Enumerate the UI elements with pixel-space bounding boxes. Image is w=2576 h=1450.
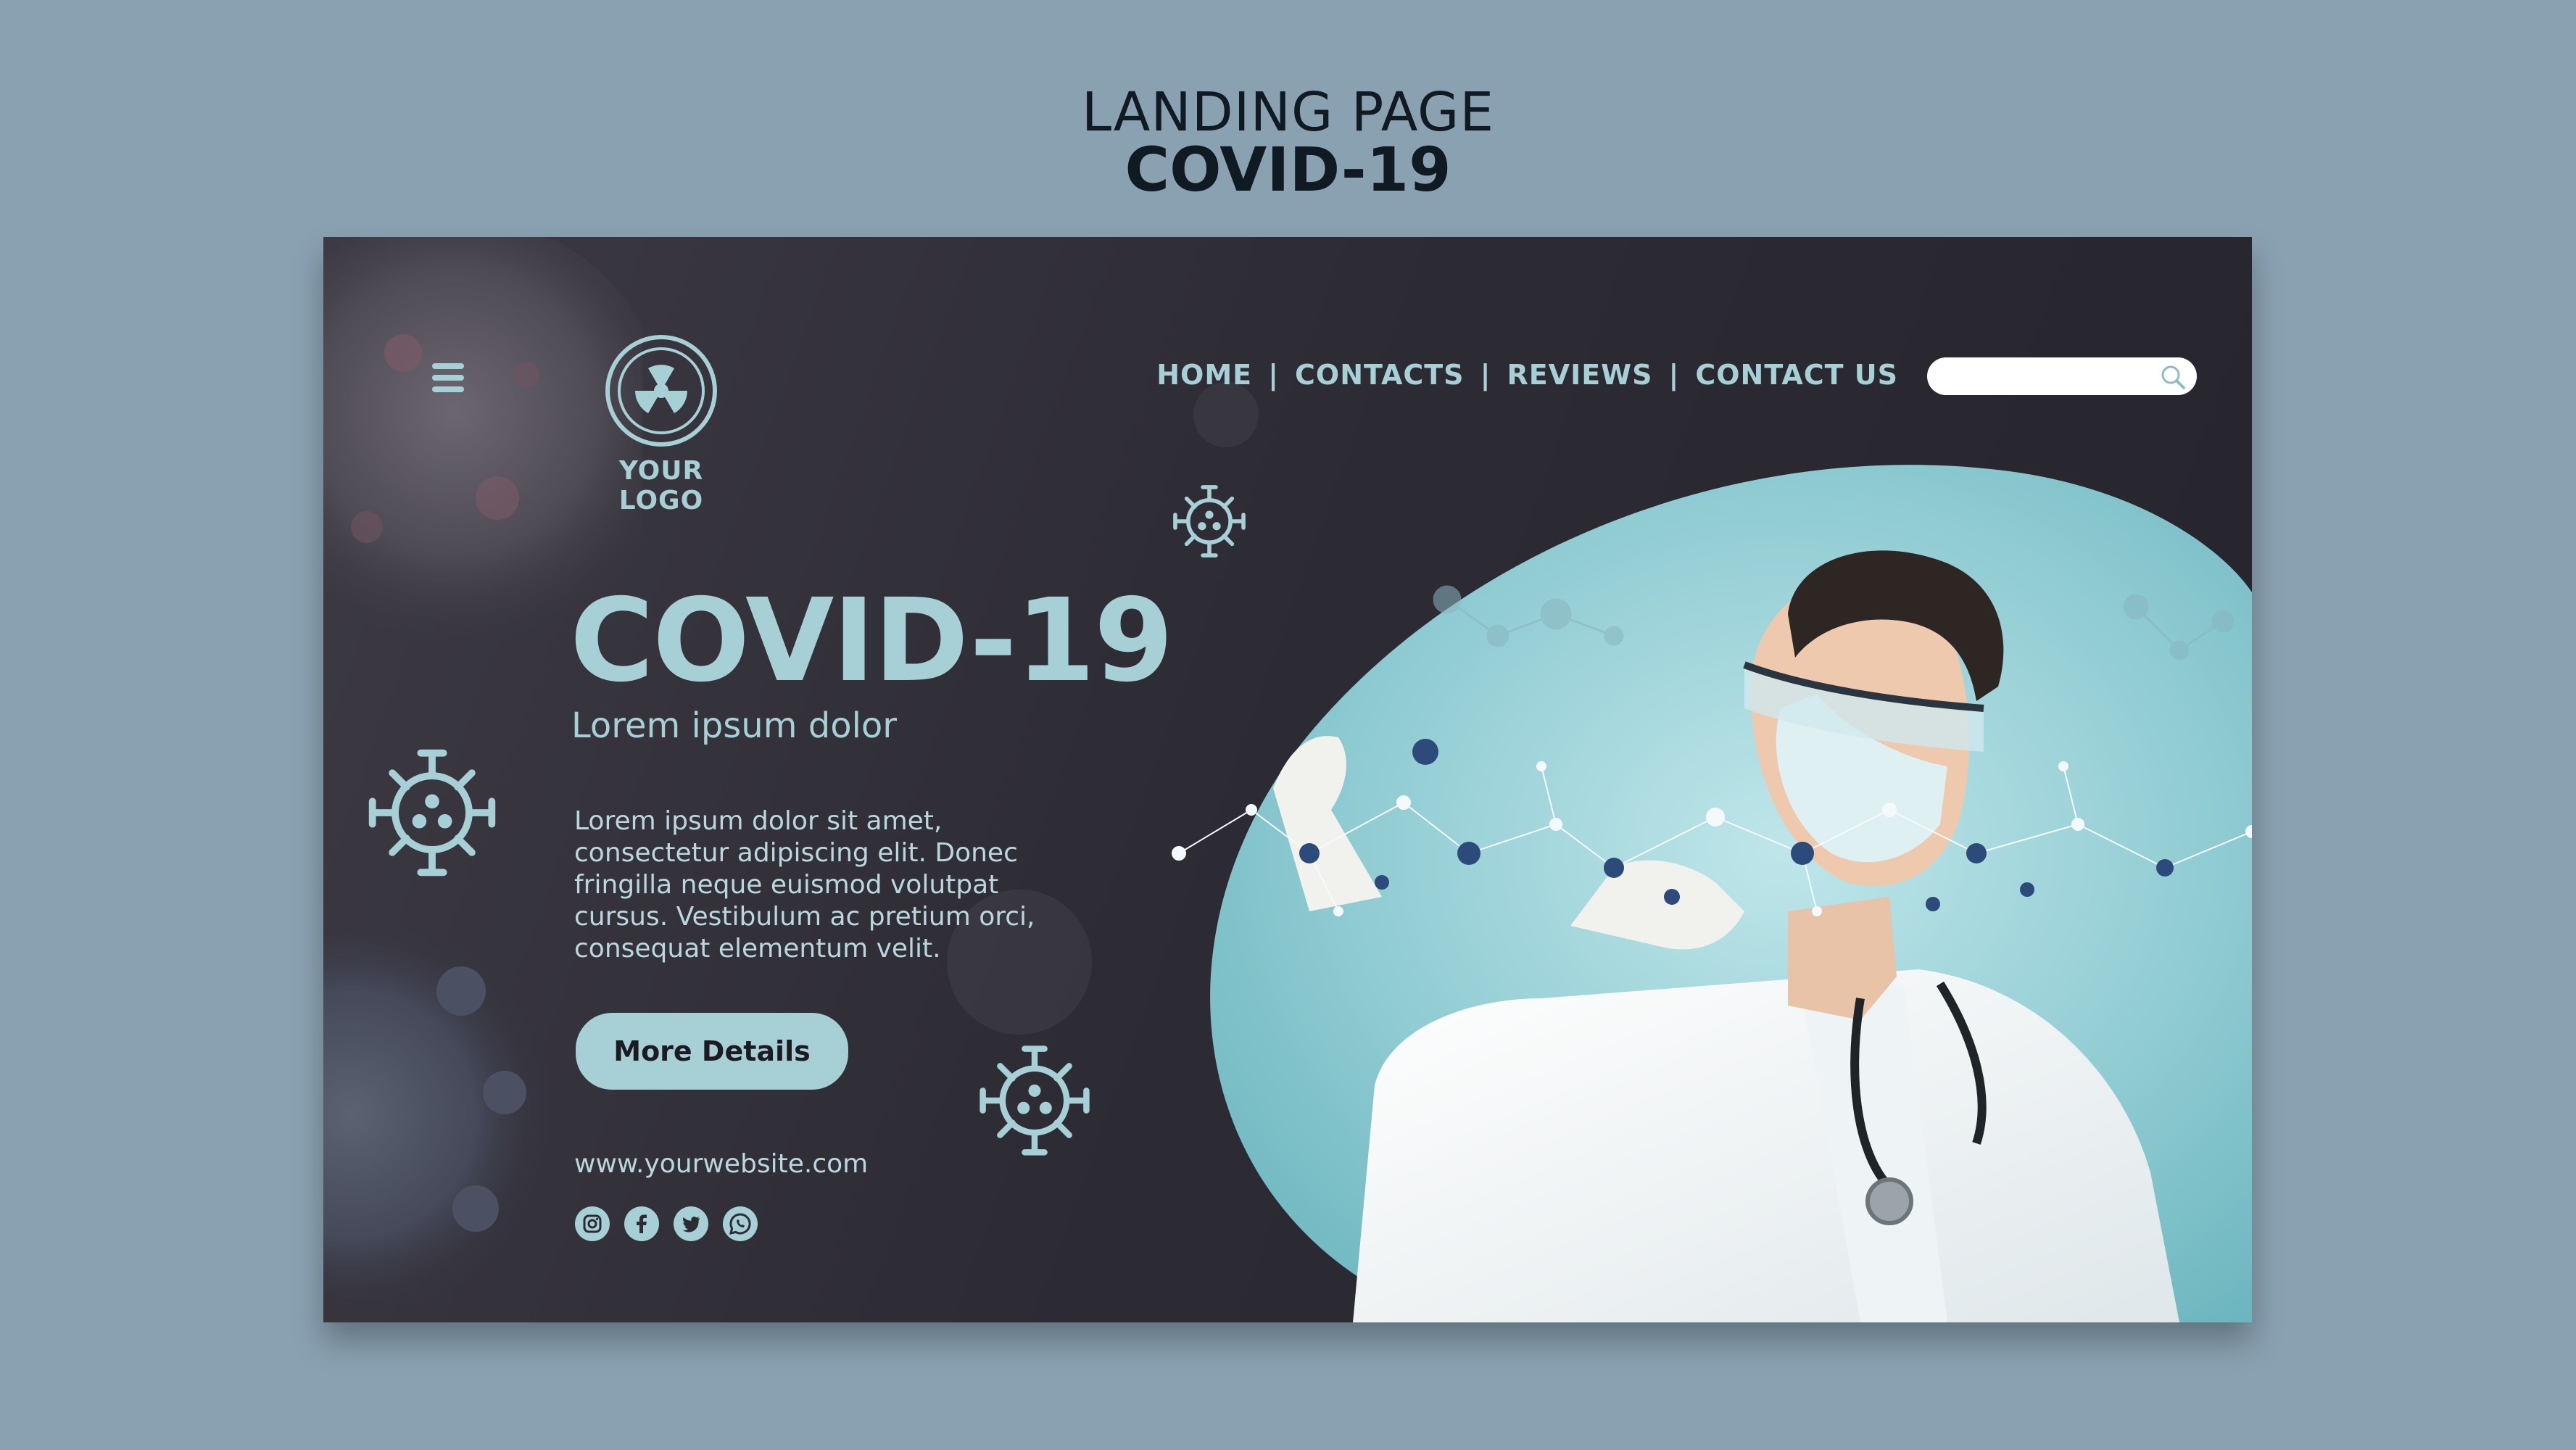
whatsapp-icon[interactable]: [722, 1206, 758, 1242]
hero-subtitle: Lorem ipsum dolor: [571, 705, 898, 746]
virus-icon: [980, 1045, 1090, 1156]
landing-page-mockup: YOUR LOGO HOME | CONTACTS | REVIEWS | CO…: [323, 237, 2252, 1322]
social-links: [574, 1206, 771, 1242]
nav-item-contact-us[interactable]: CONTACT US: [1695, 359, 1898, 391]
hero-title: COVID-19: [570, 574, 1174, 708]
radiation-icon[interactable]: [603, 333, 719, 449]
search-input[interactable]: [1927, 357, 2197, 395]
website-link[interactable]: www.yourwebsite.com: [574, 1149, 868, 1179]
facebook-icon[interactable]: [624, 1206, 660, 1242]
instagram-icon[interactable]: [574, 1206, 610, 1242]
bokeh-light: [1193, 382, 1259, 447]
nav-separator: |: [1668, 359, 1680, 391]
doctor-hero-image: [1172, 465, 2252, 1322]
more-details-button[interactable]: More Details: [576, 1013, 848, 1090]
page-heading-title: COVID-19: [1125, 134, 1451, 205]
hero-body-text: Lorem ipsum dolor sit amet, consectetur …: [574, 806, 1035, 964]
nav-separator: |: [1268, 359, 1279, 391]
nav-item-home[interactable]: HOME: [1156, 359, 1252, 391]
main-navigation: HOME | CONTACTS | REVIEWS | CONTACT US: [1156, 359, 1898, 391]
nav-item-reviews[interactable]: REVIEWS: [1507, 359, 1652, 391]
virus-background-image: [323, 926, 577, 1303]
nav-separator: |: [1480, 359, 1491, 391]
search-icon[interactable]: [2159, 363, 2187, 391]
virus-icon: [368, 749, 496, 877]
menu-icon[interactable]: [429, 359, 467, 397]
nav-item-contacts[interactable]: CONTACTS: [1295, 359, 1465, 391]
logo-text[interactable]: YOUR LOGO: [574, 456, 748, 515]
twitter-icon[interactable]: [673, 1206, 709, 1242]
